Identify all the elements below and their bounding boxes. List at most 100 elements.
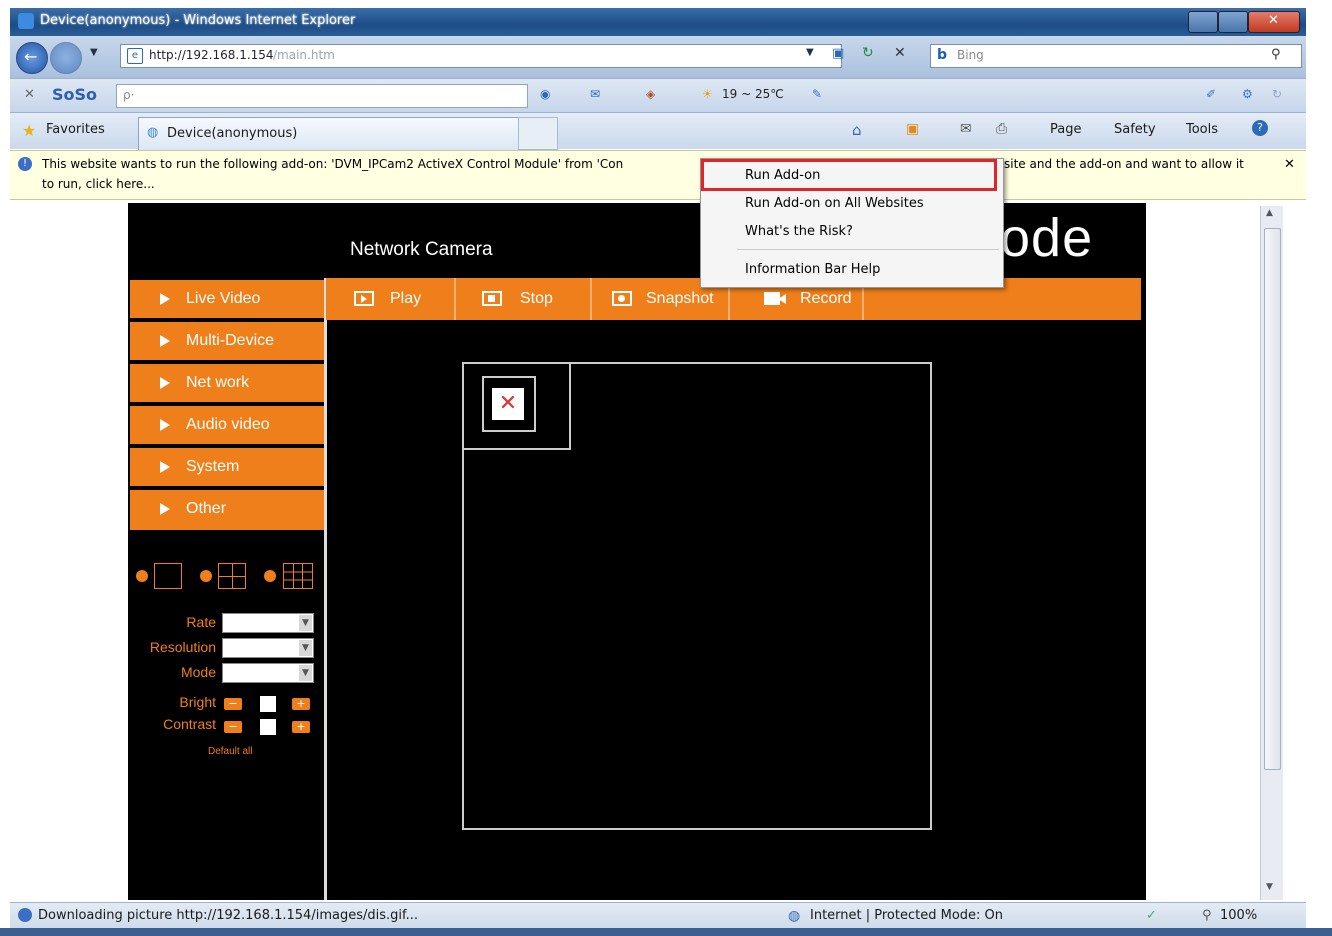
search-input[interactable]: b Bing ⚲ <box>930 44 1302 68</box>
scroll-up-icon[interactable]: ▲ <box>1266 208 1273 218</box>
zoom-icon: ⚲ <box>1202 908 1212 923</box>
protected-mode-icon[interactable]: ✓ <box>1146 908 1157 923</box>
addon-context-menu: Run Add-on Run Add-on on All Websites Wh… <box>700 158 1004 288</box>
camera-icon <box>612 291 632 306</box>
menu-live-video[interactable]: Live Video <box>130 280 324 320</box>
new-tab-button[interactable] <box>518 117 558 150</box>
url-host: http://192.168.1.154 <box>149 48 274 62</box>
refresh-toolbar-icon[interactable]: ↻ <box>1272 87 1282 101</box>
security-zone[interactable]: Internet | Protected Mode: On <box>810 908 1003 923</box>
brush-icon[interactable]: ✎ <box>812 87 822 101</box>
bing-logo-icon: b <box>937 47 948 63</box>
scrollbar-thumb[interactable] <box>1264 228 1281 770</box>
arrow-right-icon <box>160 419 170 431</box>
layout-1-radio[interactable] <box>136 570 148 582</box>
refresh-icon[interactable]: ↻ <box>862 45 874 61</box>
vertical-scrollbar[interactable]: ▲ ▼ <box>1260 206 1283 900</box>
minimize-button[interactable] <box>1188 11 1218 33</box>
contrast-minus-button[interactable]: − <box>224 721 242 733</box>
rate-select[interactable]: ▼ <box>222 613 314 633</box>
status-text: Downloading picture http://192.168.1.154… <box>38 908 419 923</box>
bright-label: Bright <box>179 694 216 710</box>
tab-device[interactable]: ◍ Device(anonymous) <box>138 117 520 150</box>
play-label: Play <box>390 290 422 307</box>
compat-view-icon[interactable]: ▣ <box>832 46 844 61</box>
arrow-right-icon <box>160 461 170 473</box>
close-window-button[interactable]: ✕ <box>1248 11 1300 33</box>
layout-4-radio[interactable] <box>200 570 212 582</box>
menu-other[interactable]: Other <box>130 490 324 532</box>
layout-1-icon[interactable] <box>154 563 182 589</box>
chevron-down-icon: ▼ <box>299 615 312 631</box>
soso-search-input[interactable]: ρ· <box>116 84 528 108</box>
game-icon[interactable]: ◈ <box>646 87 655 101</box>
arrow-right-icon <box>160 503 170 515</box>
whats-the-risk-item[interactable]: What's the Risk? <box>745 224 853 239</box>
weather-icon: ☀ <box>702 87 713 101</box>
address-row: ← ▼ e http://192.168.1.154 /main.htm ▼ ▣… <box>10 36 1306 78</box>
record-label: Record <box>800 290 852 307</box>
bright-plus-button[interactable]: + <box>292 698 310 710</box>
stop-icon[interactable]: ✕ <box>894 45 906 61</box>
home-icon[interactable]: ⌂ <box>852 121 862 139</box>
arrow-right-icon <box>160 377 170 389</box>
print-icon[interactable]: ⎙ <box>996 121 1007 137</box>
scroll-down-icon[interactable]: ▼ <box>1266 882 1273 892</box>
menu-audio-video[interactable]: Audio video <box>130 406 324 446</box>
window-titlebar: Device(anonymous) - Windows Internet Exp… <box>10 8 1306 36</box>
mode-select[interactable]: ▼ <box>222 663 314 683</box>
play-button[interactable]: Play <box>326 278 456 320</box>
menu-label: Other <box>186 500 227 517</box>
information-bar[interactable]: ! This website wants to run the followin… <box>10 150 1306 200</box>
page-icon: e <box>127 48 143 64</box>
page-menu[interactable]: Page <box>1050 122 1081 137</box>
mail-icon[interactable]: ✉ <box>590 87 600 101</box>
run-addon-item[interactable]: Run Add-on <box>745 168 820 183</box>
menu-multi-device[interactable]: Multi-Device <box>130 322 324 362</box>
edit-icon[interactable]: ✐ <box>1206 87 1216 101</box>
menu-network[interactable]: Net work <box>130 364 324 404</box>
close-toolbar-icon[interactable]: ✕ <box>24 87 35 102</box>
rate-label: Rate <box>186 614 216 630</box>
mail-read-icon[interactable]: ✉ <box>960 121 972 137</box>
default-all-link[interactable]: Default all <box>208 746 252 757</box>
layout-4-icon[interactable] <box>218 563 246 589</box>
soso-search-placeholder: ρ· <box>123 88 135 102</box>
history-dropdown-icon[interactable]: ▼ <box>90 47 98 58</box>
bright-minus-button[interactable]: − <box>224 698 242 710</box>
mode-label: Mode <box>180 664 216 680</box>
stop-icon <box>482 291 502 306</box>
menu-label: Multi-Device <box>186 332 275 349</box>
layout-9-icon[interactable] <box>283 563 313 589</box>
maximize-button[interactable] <box>1218 11 1248 33</box>
menu-separator <box>737 249 999 250</box>
tools-menu[interactable]: Tools <box>1186 122 1218 137</box>
stop-button[interactable]: Stop <box>456 278 592 320</box>
window-title: Device(anonymous) - Windows Internet Exp… <box>40 13 356 28</box>
forward-button[interactable] <box>50 42 82 74</box>
soso-logo: SoSo <box>52 85 98 104</box>
address-bar[interactable]: e http://192.168.1.154 /main.htm <box>120 44 842 68</box>
menu-system[interactable]: System <box>130 448 324 488</box>
contrast-plus-button[interactable]: + <box>292 721 310 733</box>
menu-label: Net work <box>186 374 250 391</box>
internet-globe-icon: ◍ <box>788 908 801 924</box>
shield-icon: ! <box>18 157 32 171</box>
stop-label: Stop <box>520 290 553 307</box>
back-button[interactable]: ← <box>16 42 48 74</box>
run-addon-all-websites-item[interactable]: Run Add-on on All Websites <box>745 196 924 211</box>
help-icon[interactable]: ? <box>1252 120 1268 136</box>
feeds-icon[interactable]: ▣ <box>906 121 919 137</box>
layout-9-radio[interactable] <box>264 570 276 582</box>
infobar-close-icon[interactable]: ✕ <box>1284 157 1295 172</box>
resolution-select[interactable]: ▼ <box>222 638 314 658</box>
globe-icon[interactable]: ◉ <box>540 87 550 101</box>
favorites-button[interactable]: Favorites <box>46 122 105 137</box>
tab-title: Device(anonymous) <box>167 126 298 141</box>
gear-icon[interactable]: ⚙ <box>1242 87 1253 101</box>
zoom-level[interactable]: 100% <box>1220 908 1257 923</box>
safety-menu[interactable]: Safety <box>1114 122 1156 137</box>
address-dropdown-icon[interactable]: ▼ <box>806 47 814 58</box>
information-bar-help-item[interactable]: Information Bar Help <box>745 262 880 277</box>
search-icon[interactable]: ⚲ <box>1271 47 1281 62</box>
